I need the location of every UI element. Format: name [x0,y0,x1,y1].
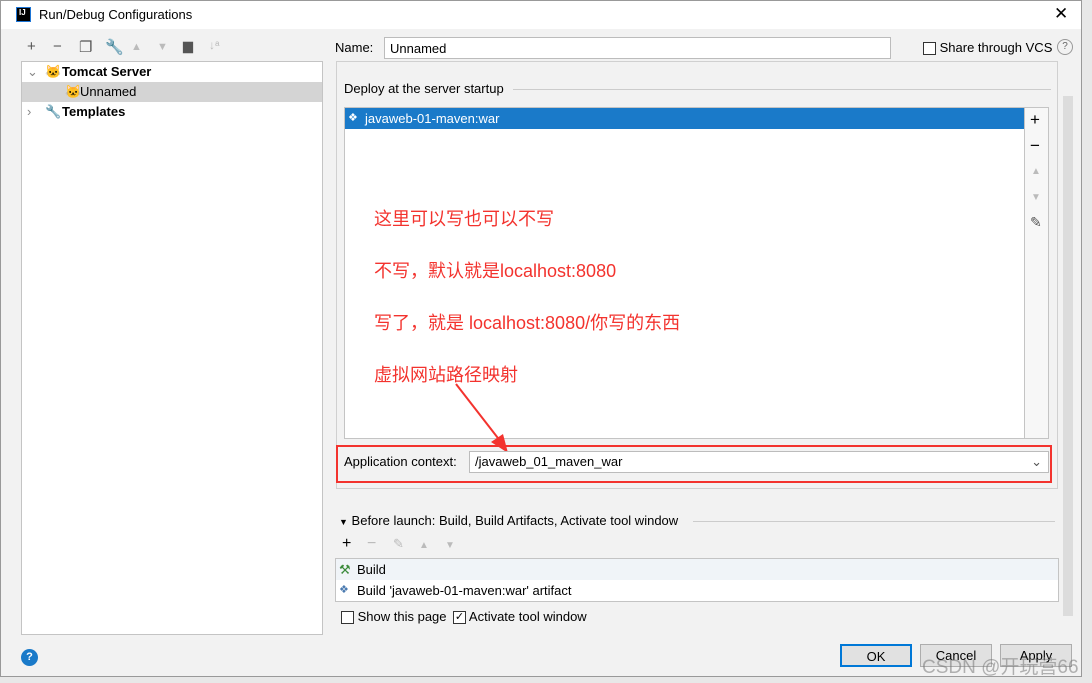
checkbox-icon[interactable] [341,611,354,625]
artifact-icon: ❖ [348,112,358,124]
before-launch-title: Before launch: Build, Build Artifacts, A… [351,513,679,528]
title-bar: IJ Run/Debug Configurations ✕ [1,1,1081,29]
scrollbar[interactable] [1063,96,1073,616]
arrow-up-icon[interactable]: ▲ [131,41,142,53]
window-title: Run/Debug Configurations [39,7,193,22]
arrow-down-icon[interactable]: ▼ [1031,192,1041,203]
context-value: /javaweb_01_maven_war [475,454,623,469]
name-label: Name: [335,40,374,55]
minus-icon[interactable]: − [53,38,62,55]
copy-icon[interactable]: ❐ [79,38,92,56]
arrow-down-icon[interactable]: ▼ [157,41,168,53]
plus-icon[interactable]: + [1030,110,1040,130]
context-label: Application context: [344,454,457,469]
tomcat-icon: 🐱 [45,64,62,79]
triangle-down-icon[interactable]: ▼ [339,517,348,527]
arrow-up-icon[interactable]: ▲ [1031,166,1041,177]
tree-item-templates[interactable]: › 🔧 Templates [22,102,322,122]
task-row[interactable]: ⚒ Build [336,559,1058,580]
tree-item-tomcat-server[interactable]: ⌄ 🐱 Tomcat Server [22,62,322,82]
show-page-checkbox[interactable]: Show this page [341,609,447,625]
chevron-right-icon[interactable]: › [27,102,31,122]
annotation: 不写，默认就是localhost:8080 [374,261,617,281]
tomcat-icon: 🐱 [65,84,82,99]
help-icon[interactable]: ? [1057,39,1073,55]
share-vcs-checkbox[interactable]: Share through VCS [923,40,1053,56]
artifact-row[interactable]: ❖ javaweb-01-maven:war [345,108,1024,129]
checkmark-icon[interactable]: ✓ [453,611,466,625]
task-list: ⚒ Build ❖ Build 'javaweb-01-maven:war' art… [335,558,1059,602]
share-label: Share through VCS [939,40,1053,55]
artifact-label: javaweb-01-maven:war [365,111,500,126]
edit-icon[interactable]: ✎ [393,536,404,552]
minus-icon[interactable]: − [367,535,376,553]
minus-icon[interactable]: − [1030,136,1040,156]
tree-label: Templates [62,104,126,119]
config-tree: ⌄ 🐱 Tomcat Server 🐱 Unnamed › 🔧 Template… [21,61,323,635]
wrench-icon: 🔧 [45,104,62,119]
activate-window-checkbox[interactable]: ✓ Activate tool window [453,609,587,625]
context-combobox[interactable]: /javaweb_01_maven_war ⌄ [469,451,1049,473]
tree-item-unnamed[interactable]: 🐱 Unnamed [22,82,322,102]
task-label: Build [357,562,386,577]
name-input[interactable] [384,37,891,59]
edit-icon[interactable]: ✎ [1030,214,1042,231]
watermark: CSDN @开玩营66 [922,657,1079,678]
checkbox-label: Activate tool window [468,609,587,624]
divider [513,89,1051,90]
chevron-down-icon[interactable]: ⌄ [1031,452,1042,472]
task-label: Build 'javaweb-01-maven:war' artifact [357,583,572,598]
plus-icon[interactable]: + [342,535,351,553]
arrow-down-icon[interactable]: ▼ [445,540,455,551]
intellij-logo-icon: IJ [16,7,31,22]
hammer-icon: ⚒ [339,562,351,577]
tree-label: Unnamed [80,84,137,99]
annotation: 写了，就是 localhost:8080/你写的东西 [374,313,681,333]
arrow-up-icon[interactable]: ▲ [419,540,429,551]
help-button[interactable]: ? [21,649,38,666]
divider [693,521,1055,522]
chevron-down-icon[interactable]: ⌄ [27,62,38,82]
artifact-icon: ❖ [339,584,349,596]
before-launch-toggle[interactable]: ▼ Before launch: Build, Build Artifacts,… [339,513,678,528]
checkbox-label: Show this page [357,609,447,624]
annotation: 这里可以写也可以不写 [374,209,554,229]
list-toolbar: + − ▲ ▼ ✎ [1025,107,1049,439]
sort-icon[interactable]: ↓ᵃ [209,38,219,52]
checkbox-icon[interactable] [923,42,936,56]
ok-button[interactable]: OK [840,644,912,667]
close-icon[interactable]: ✕ [1054,4,1068,24]
tree-label: Tomcat Server [62,64,152,79]
folder-add-icon[interactable]: ▆ [183,38,193,54]
run-debug-dialog: IJ Run/Debug Configurations ✕ + − ❐ 🔧 ▲ … [0,0,1082,677]
plus-icon[interactable]: + [27,38,36,55]
deploy-title: Deploy at the server startup [344,81,504,96]
task-row[interactable]: ❖ Build 'javaweb-01-maven:war' artifact [336,580,1058,601]
wrench-icon[interactable]: 🔧 [105,38,124,56]
